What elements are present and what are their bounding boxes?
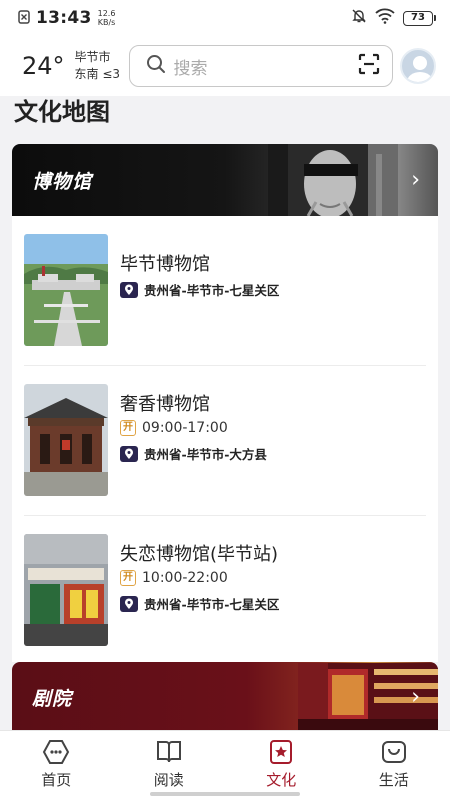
top-header: 24° 毕节市 东南 ≤3 搜索 bbox=[0, 36, 450, 96]
location-pin-icon bbox=[120, 445, 138, 462]
battery-level: 73 bbox=[403, 10, 433, 26]
tab-label: 首页 bbox=[41, 771, 72, 789]
temperature: 24° bbox=[22, 52, 65, 80]
address-row: 贵州省-毕节市-七星关区 bbox=[120, 594, 279, 613]
museum-name: 奢香博物馆 bbox=[120, 394, 210, 415]
open-hours-icon: 开 bbox=[120, 570, 136, 586]
museum-thumbnail bbox=[24, 234, 108, 346]
list-item[interactable]: 失恋博物馆(毕节站) 开 10:00-22:00 贵州省-毕节市-七星关区 bbox=[24, 516, 426, 666]
theater-section-banner[interactable]: 剧院 › bbox=[12, 662, 438, 732]
search-bar[interactable]: 搜索 bbox=[128, 45, 393, 87]
scan-icon[interactable] bbox=[358, 53, 380, 79]
tab-label: 文化 bbox=[266, 771, 297, 789]
network-speed: 12.6 KB/s bbox=[98, 9, 116, 27]
museum-address: 贵州省-毕节市-七星关区 bbox=[144, 597, 280, 612]
battery-indicator: 73 bbox=[403, 10, 436, 26]
museum-list: 毕节博物馆 贵州省-毕节市-七星关区 奢香博物馆 开 09:00-17:00 贵… bbox=[12, 216, 438, 662]
culture-star-icon bbox=[270, 740, 293, 764]
tab-reading[interactable]: 阅读 bbox=[113, 731, 226, 800]
address-row: 贵州省-毕节市-大方县 bbox=[120, 444, 267, 463]
tab-label: 生活 bbox=[378, 771, 409, 789]
museum-hours: 09:00-17:00 bbox=[142, 420, 228, 436]
network-speed-value: 12.6 bbox=[97, 9, 116, 18]
location-pin-icon bbox=[120, 281, 138, 298]
tab-culture[interactable]: 文化 bbox=[225, 731, 338, 800]
list-item[interactable]: 毕节博物馆 贵州省-毕节市-七星关区 bbox=[24, 216, 426, 366]
hours-row: 开 09:00-17:00 bbox=[120, 420, 228, 436]
museum-hours: 10:00-22:00 bbox=[142, 570, 228, 586]
wifi-icon bbox=[375, 8, 395, 28]
museum-address: 贵州省-毕节市-七星关区 bbox=[144, 283, 280, 298]
museum-thumbnail bbox=[24, 534, 108, 646]
weather-city: 毕节市 bbox=[74, 50, 111, 64]
battery-tip bbox=[434, 15, 436, 21]
hours-row: 开 10:00-22:00 bbox=[120, 570, 228, 586]
tab-home[interactable]: 首页 bbox=[0, 731, 113, 800]
museum-section-banner[interactable]: 博物馆 › bbox=[12, 144, 438, 216]
statue-image bbox=[268, 144, 398, 216]
chevron-right-icon[interactable]: › bbox=[411, 168, 420, 193]
book-icon bbox=[156, 741, 181, 763]
network-speed-unit: KB/s bbox=[97, 18, 116, 27]
address-row: 贵州省-毕节市-七星关区 bbox=[120, 280, 279, 299]
search-placeholder: 搜索 bbox=[173, 58, 208, 79]
weather-info: 毕节市 东南 ≤3 bbox=[75, 49, 125, 83]
museum-name: 毕节博物馆 bbox=[120, 254, 210, 275]
chevron-right-icon[interactable]: › bbox=[411, 685, 420, 710]
open-hours-icon: 开 bbox=[120, 420, 136, 436]
section-title-museum: 博物馆 bbox=[32, 170, 93, 193]
avatar[interactable] bbox=[400, 48, 436, 84]
page-title: 文化地图 bbox=[14, 98, 110, 126]
home-icon bbox=[43, 740, 70, 764]
tab-label: 阅读 bbox=[153, 771, 184, 789]
tab-life[interactable]: 生活 bbox=[338, 731, 450, 800]
section-title-theater: 剧院 bbox=[32, 687, 73, 710]
location-pin-icon bbox=[120, 595, 138, 612]
museum-name: 失恋博物馆(毕节站) bbox=[120, 544, 279, 565]
museum-address: 贵州省-毕节市-大方县 bbox=[144, 447, 267, 462]
museum-thumbnail bbox=[24, 384, 108, 496]
bottom-tab-bar: 首页 阅读 文化 生活 bbox=[0, 730, 450, 800]
status-time: 13:43 bbox=[36, 8, 92, 28]
search-icon bbox=[146, 54, 166, 78]
notification-icon bbox=[18, 9, 30, 28]
status-bar: 13:43 12.6 KB/s 73 bbox=[0, 0, 450, 36]
home-indicator[interactable] bbox=[150, 792, 300, 796]
weather-wind: 东南 ≤3 bbox=[74, 67, 121, 81]
list-item[interactable]: 奢香博物馆 开 09:00-17:00 贵州省-毕节市-大方县 bbox=[24, 366, 426, 516]
mute-bell-icon bbox=[351, 8, 367, 28]
life-bag-icon bbox=[381, 741, 406, 763]
